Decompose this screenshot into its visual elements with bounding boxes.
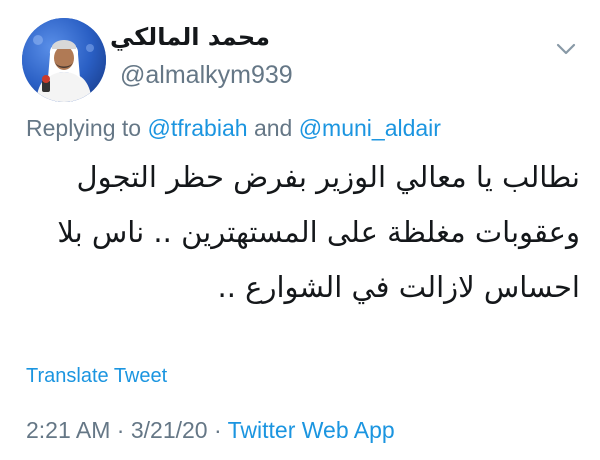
- tweet-date[interactable]: 3/21/20: [131, 417, 208, 443]
- chevron-down-icon[interactable]: [552, 38, 580, 60]
- mention-link-tfrabiah[interactable]: @tfrabiah: [147, 115, 247, 141]
- meta-separator: ·: [116, 417, 125, 443]
- profile-photo: [22, 18, 106, 102]
- tweet-text-line: احساس لازالت في الشوارع ..: [217, 270, 580, 304]
- translate-tweet-link[interactable]: Translate Tweet: [26, 363, 167, 389]
- avatar[interactable]: [22, 18, 106, 102]
- tweet-text-line: وعقوبات مغلظة على المستهترين .. ناس بلا: [57, 215, 580, 249]
- replying-joiner: and: [253, 115, 293, 141]
- tweet-card: محمد المالكي @almalkym939 Replying to @t…: [0, 0, 600, 460]
- author-handle[interactable]: @almalkym939: [120, 60, 293, 90]
- replying-to: Replying to @tfrabiah and @muni_aldair: [26, 114, 441, 142]
- replying-prefix: Replying to: [26, 115, 142, 141]
- meta-separator: ·: [213, 417, 222, 443]
- tweet-time[interactable]: 2:21 AM: [26, 417, 110, 443]
- tweet-text-line: نطالب يا معالي الوزير بفرض حظر التجول: [76, 160, 580, 194]
- tweet-text: نطالب يا معالي الوزير بفرض حظر التجول وع…: [20, 150, 580, 315]
- tweet-source-link[interactable]: Twitter Web App: [228, 417, 395, 443]
- mention-link-muni-aldair[interactable]: @muni_aldair: [299, 115, 441, 141]
- tweet-meta: 2:21 AM · 3/21/20 · Twitter Web App: [26, 416, 395, 444]
- author-name[interactable]: محمد المالكي: [110, 22, 270, 52]
